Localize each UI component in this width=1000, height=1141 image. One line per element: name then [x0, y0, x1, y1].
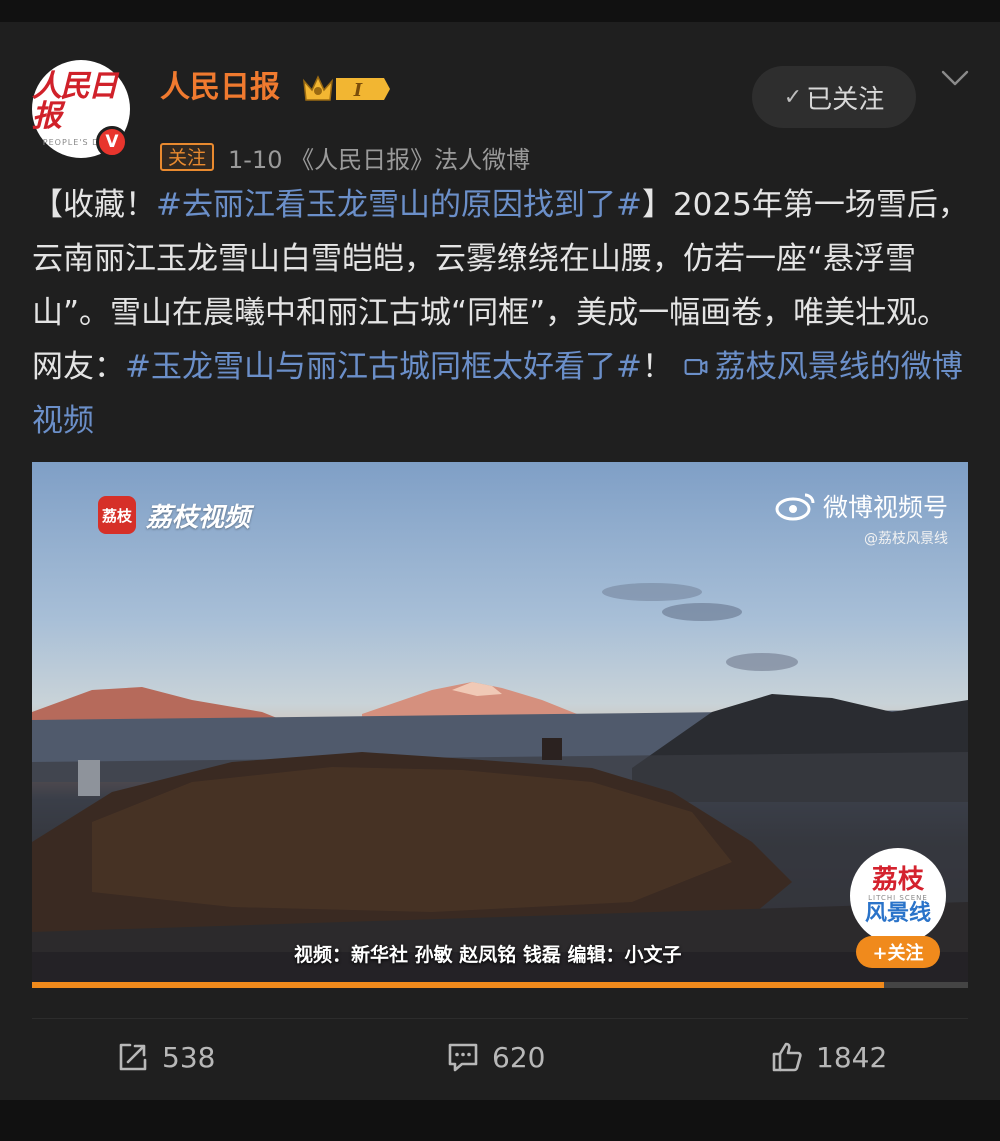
video-icon: [684, 359, 708, 375]
video-progress-fill: [32, 982, 884, 988]
author-name[interactable]: 人民日报: [160, 68, 280, 108]
litchi-logo-icon: 荔枝: [98, 496, 136, 534]
badge-line3: 风景线: [864, 901, 931, 926]
channel-follow-button[interactable]: +关注: [856, 936, 940, 968]
repost-icon: [119, 1043, 147, 1071]
topic-link[interactable]: #去丽江看玉龙雪山的原因找到了#: [156, 187, 642, 223]
channel-badge[interactable]: 荔枝 LITCHI SCENE 风景线: [850, 848, 946, 944]
followed-button[interactable]: ✓ 已关注: [752, 66, 916, 128]
member-crown-icon[interactable]: I: [300, 72, 390, 106]
followed-label: 已关注: [806, 84, 885, 115]
watermark-sub: @荔枝风景线: [864, 531, 948, 547]
comment-count: 620: [492, 1040, 546, 1074]
topic-link[interactable]: #玉龙雪山与丽江古城同框太好看了#: [125, 349, 642, 385]
video-brand: 荔枝 荔枝视频: [98, 496, 250, 534]
weibo-post-card: 人民日报 PEOPLE'S DAILY V 人民日报 I 关注 1-10 《人民…: [0, 22, 1000, 1100]
video-caption: 视频：新华社 孙敏 赵凤铭 钱磊 编辑：小文子: [294, 944, 682, 966]
watermark-title: 微博视频号: [822, 493, 948, 522]
post-meta: 1-10 《人民日报》法人微博: [228, 145, 531, 174]
follow-tag: 关注: [160, 143, 215, 171]
divider: [32, 1018, 968, 1019]
repost-count: 538: [162, 1040, 216, 1074]
comment-icon: [448, 1043, 478, 1072]
thumbs-up-icon: [772, 1042, 802, 1072]
chevron-down-icon[interactable]: [940, 68, 970, 88]
video-player[interactable]: 荔枝 荔枝视频 微博视频号 @荔枝风景线 视频：新华社 孙敏 赵凤铭 钱磊 编辑…: [32, 462, 968, 988]
post-suffix: ！: [641, 349, 683, 385]
like-button[interactable]: 1842: [770, 1040, 887, 1074]
brand-name: 荔枝视频: [146, 502, 251, 533]
like-count: 1842: [816, 1040, 888, 1074]
weibo-eye-icon: [775, 493, 815, 521]
author-meta-row: 关注 1-10 《人民日报》法人微博: [160, 140, 530, 174]
video-progress-bar[interactable]: [32, 982, 968, 988]
post-prefix: 【收藏！: [32, 187, 156, 223]
verified-badge-icon: V: [96, 126, 128, 158]
post-text: 【收藏！#去丽江看玉龙雪山的原因找到了#】2025年第一场雪后，云南丽江玉龙雪山…: [32, 178, 972, 448]
comment-button[interactable]: 620: [446, 1040, 545, 1074]
weibo-watermark: 微博视频号 @荔枝风景线: [758, 488, 948, 548]
level-badge-text: I: [353, 80, 363, 101]
check-icon: ✓: [783, 84, 803, 110]
badge-line1: 荔枝: [871, 865, 924, 895]
repost-button[interactable]: 538: [116, 1040, 215, 1074]
avatar-logo: 人民日报: [32, 68, 118, 134]
